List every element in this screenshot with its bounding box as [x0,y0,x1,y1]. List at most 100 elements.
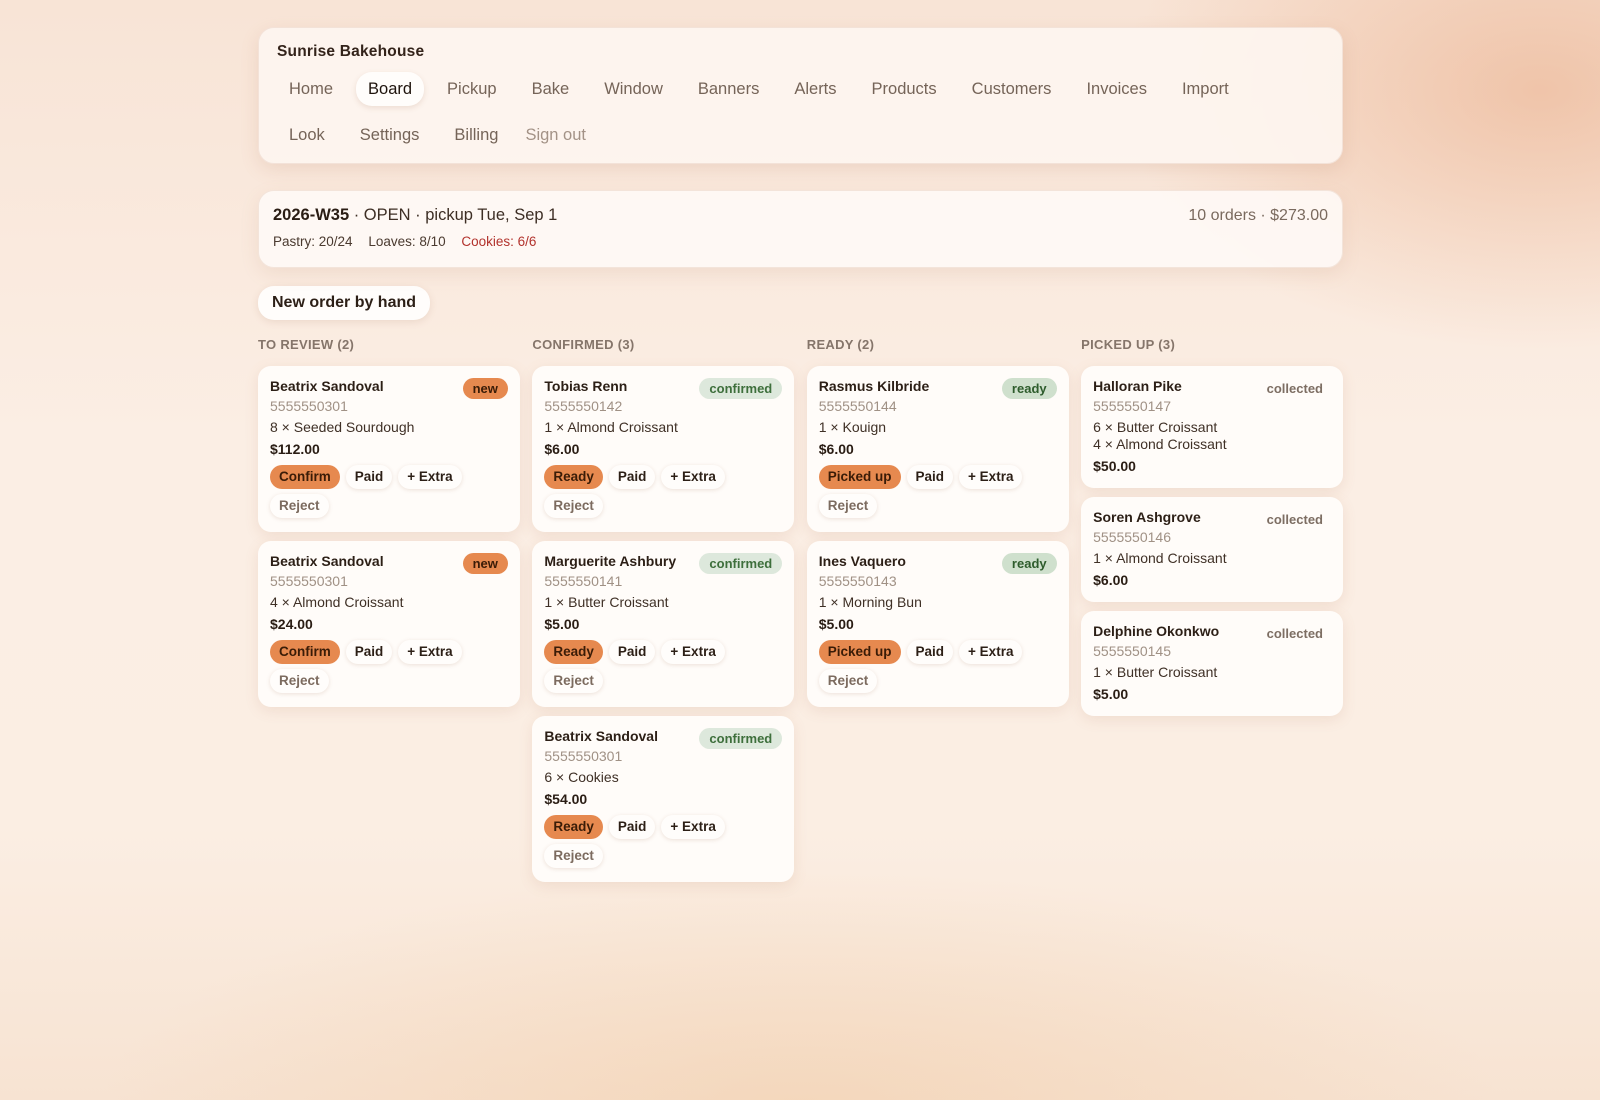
paid-button[interactable]: Paid [906,465,954,489]
board-column: PICKED UP (3) Halloran Pike collected 55555… [1081,337,1343,882]
nav-billing[interactable]: Billing [442,118,510,152]
picked-up-button[interactable]: Picked up [818,640,901,664]
add-extra-button[interactable]: + Extra [661,815,725,839]
order-total: $5.00 [818,616,854,632]
customer-phone: 5555550301 [270,573,348,589]
order-item: 1 × Almond Croissant [1093,550,1227,566]
order-actions: Confirm Paid + Extra Reject [270,465,490,518]
nav-board[interactable]: Board [356,72,425,106]
nav-banners[interactable]: Banners [686,72,771,106]
order-total: $5.00 [544,616,580,632]
capacity-loaves: Loaves: 8/10 [368,234,446,249]
add-extra-button[interactable]: + Extra [398,465,462,489]
order-card: Beatrix Sandoval new 5555550301 4 × Almond … [258,541,520,707]
reject-button[interactable]: Reject [818,494,878,518]
add-extra-button[interactable]: + Extra [959,640,1023,664]
order-total: $54.00 [544,791,588,807]
nav-bake[interactable]: Bake [520,72,582,106]
ready-button[interactable]: Ready [544,815,603,839]
paid-button[interactable]: Paid [608,815,656,839]
reject-button[interactable]: Reject [544,844,603,868]
order-item: 6 × Cookies [544,769,619,785]
order-item: 4 × Almond Croissant [270,594,404,610]
customer-phone: 5555550141 [544,573,623,589]
reject-button[interactable]: Reject [270,669,329,693]
order-item: 1 × Almond Croissant [544,419,678,435]
order-item: 8 × Seeded Sourdough [270,419,415,435]
order-actions: Confirm Paid + Extra Reject [270,640,490,693]
order-total: $112.00 [270,441,320,457]
column-title: CONFIRMED (3) [532,337,635,352]
brand-name: Sunrise Bakehouse [277,43,425,60]
customer-phone: 5555550143 [818,573,897,589]
week-status: 2026-W35 · OPEN · pickup Tue, Sep 1 [273,206,1328,225]
confirm-button[interactable]: Confirm [270,465,340,489]
order-card: Ines Vaquero ready 5555550143 1 × Morning B… [806,541,1069,707]
order-card: Beatrix Sandoval new 5555550301 8 × Seeded … [258,366,520,532]
order-item: 1 × Morning Bun [818,594,922,610]
paid-button[interactable]: Paid [608,465,656,489]
column-title: READY (2) [806,337,875,352]
status-badge: ready [1001,378,1057,399]
order-item: 6 × Butter Croissant [1093,419,1218,435]
paid-button[interactable]: Paid [608,640,656,664]
board-column: CONFIRMED (3) Tobias Renn confirmed 5555550… [532,337,795,882]
order-total: $5.00 [1093,686,1129,702]
nav-invoices[interactable]: Invoices [1074,72,1159,106]
customer-phone: 5555550301 [544,748,623,764]
order-card: Marguerite Ashbury confirmed 5555550141 1 ×… [532,541,795,707]
order-total: $24.00 [270,616,313,632]
week-totals: 10 orders · $273.00 [1188,207,1328,224]
customer-phone: 5555550301 [270,398,348,414]
add-extra-button[interactable]: + Extra [398,640,462,664]
order-total: $6.00 [818,441,854,457]
status-badge: confirmed [699,553,783,574]
customer-phone: 5555550146 [1093,529,1171,545]
top-nav-card: Sunrise Bakehouse Home Board Pickup Bake Win… [258,27,1343,164]
status-badge: new [462,378,508,399]
nav-look[interactable]: Look [277,118,337,152]
nav-settings[interactable]: Settings [348,118,432,152]
order-card: Beatrix Sandoval confirmed 5555550301 6 × C… [532,716,795,882]
order-actions: Ready Paid + Extra Reject [544,640,764,693]
paid-button[interactable]: Paid [345,640,393,664]
status-badge: collected [1266,381,1323,396]
nav-import[interactable]: Import [1170,72,1241,106]
nav-window[interactable]: Window [592,72,675,106]
customer-phone: 5555550142 [544,398,623,414]
reject-button[interactable]: Reject [544,669,603,693]
status-badge: confirmed [699,728,783,749]
add-extra-button[interactable]: + Extra [959,465,1023,489]
reject-button[interactable]: Reject [544,494,603,518]
paid-button[interactable]: Paid [345,465,393,489]
nav-sign-out[interactable]: Sign out [521,118,598,152]
nav-home[interactable]: Home [277,72,345,106]
status-badge: new [462,553,508,574]
reject-button[interactable]: Reject [270,494,329,518]
week-summary-card: 2026-W35 · OPEN · pickup Tue, Sep 1 10 o… [258,190,1343,268]
customer-phone: 5555550147 [1093,398,1171,414]
week-status-text: · OPEN · pickup Tue, Sep 1 [349,206,558,224]
week-id: 2026-W35 [273,206,350,224]
nav-pickup[interactable]: Pickup [435,72,509,106]
order-card: Rasmus Kilbride ready 5555550144 1 × Kouign… [806,366,1069,532]
column-title: PICKED UP (3) [1081,337,1176,352]
order-item: 1 × Butter Croissant [544,594,669,610]
paid-button[interactable]: Paid [906,640,954,664]
nav-alerts[interactable]: Alerts [782,72,848,106]
add-extra-button[interactable]: + Extra [661,465,725,489]
reject-button[interactable]: Reject [818,669,878,693]
app-container: Sunrise Bakehouse Home Board Pickup Bake Win… [258,27,1343,882]
customer-phone: 5555550144 [818,398,897,414]
nav-customers[interactable]: Customers [960,72,1064,106]
order-card: Soren Ashgrove collected 5555550146 1 × Alm… [1081,497,1343,602]
confirm-button[interactable]: Confirm [270,640,340,664]
add-extra-button[interactable]: + Extra [661,640,725,664]
order-item: 1 × Butter Croissant [1093,664,1218,680]
ready-button[interactable]: Ready [544,640,603,664]
picked-up-button[interactable]: Picked up [818,465,901,489]
customer-phone: 5555550145 [1093,643,1171,659]
ready-button[interactable]: Ready [544,465,603,489]
nav-products[interactable]: Products [860,72,949,106]
new-order-button[interactable]: New order by hand [258,286,431,320]
